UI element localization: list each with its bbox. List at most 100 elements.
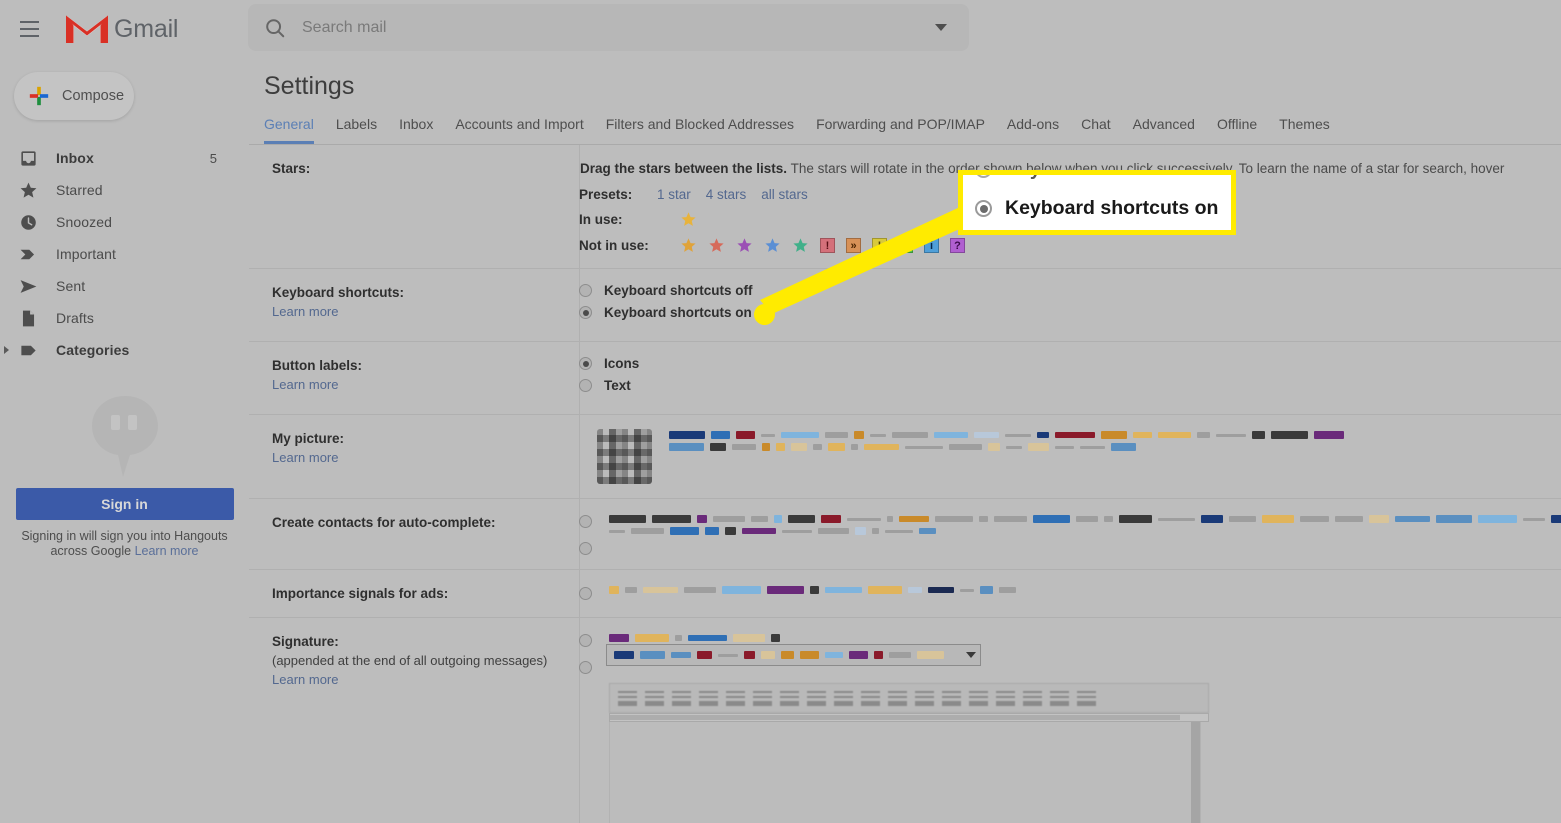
sidebar-item-sent[interactable]: Sent (0, 270, 249, 302)
redacted-block (949, 444, 982, 450)
chevron-down-icon[interactable] (935, 24, 947, 31)
preset-1-star[interactable]: 1 star (657, 187, 691, 202)
redacted-block (1271, 431, 1308, 439)
quote-icon[interactable] (942, 690, 961, 706)
italic-underline-icon[interactable] (699, 690, 718, 706)
preset-all-stars[interactable]: all stars (761, 187, 808, 202)
hangouts-learn-more-link[interactable]: Learn more (135, 544, 199, 558)
radio-button-labels-text[interactable]: Text (579, 378, 1561, 393)
align-left-icon[interactable] (807, 690, 826, 706)
stars-not-in-use-label: Not in use: (579, 238, 649, 253)
bold-icon[interactable] (672, 690, 691, 706)
redacted-block (825, 432, 848, 438)
redacted-block (1033, 515, 1070, 523)
hangouts-sign-in-button[interactable]: Sign in (15, 488, 234, 520)
tab-add-ons[interactable]: Add-ons (1007, 116, 1059, 141)
signature-editor-toolbar[interactable] (609, 683, 1209, 713)
link-icon[interactable] (996, 690, 1015, 706)
tab-filters-and-blocked-addresses[interactable]: Filters and Blocked Addresses (606, 116, 794, 141)
star-badge-icon[interactable]: i (924, 238, 939, 253)
redacted-block (847, 517, 881, 521)
radio-icon[interactable] (579, 284, 592, 297)
sidebar-item-starred[interactable]: Starred (0, 174, 249, 206)
sidebar-item-categories[interactable]: Categories (0, 334, 249, 366)
star-icon[interactable] (680, 237, 697, 254)
gmail-logo[interactable]: Gmail (64, 12, 178, 46)
signature-toolbar-scrollbar[interactable] (609, 713, 1209, 722)
setting-row-signature: Signature: (appended at the end of all o… (249, 618, 1561, 823)
star-badge-icon[interactable]: ? (950, 238, 965, 253)
tab-offline[interactable]: Offline (1217, 116, 1257, 141)
numbered-list-icon[interactable] (834, 690, 853, 706)
star-icon[interactable] (708, 237, 725, 254)
font-family-icon[interactable] (618, 690, 637, 706)
my-picture-learn-more-link[interactable]: Learn more (272, 448, 338, 467)
radio-icon[interactable] (579, 542, 592, 555)
signature-name-input[interactable] (606, 644, 981, 666)
button-labels-learn-more-link[interactable]: Learn more (272, 375, 338, 394)
keyboard-shortcuts-learn-more-link[interactable]: Learn more (272, 302, 338, 321)
bulleted-list-icon[interactable] (861, 690, 880, 706)
signature-editor-body[interactable] (609, 722, 1201, 823)
signature-learn-more-link[interactable]: Learn more (272, 670, 338, 689)
star-badge-icon[interactable]: ✓ (898, 238, 913, 253)
redacted-block (788, 515, 815, 523)
tab-advanced[interactable]: Advanced (1133, 116, 1195, 141)
star-icon-yellow[interactable] (680, 211, 697, 228)
avatar[interactable] (597, 429, 652, 484)
radio-icon[interactable] (579, 634, 592, 647)
redacted-block (736, 431, 755, 439)
more-icon[interactable] (1050, 690, 1069, 706)
radio-keyboard-shortcuts-on[interactable]: Keyboard shortcuts on (579, 305, 1561, 320)
star-icon[interactable] (736, 237, 753, 254)
redacted-block (744, 651, 755, 659)
redacted-block (675, 635, 682, 641)
compose-button[interactable]: Compose (14, 72, 134, 120)
tab-chat[interactable]: Chat (1081, 116, 1111, 141)
image-icon[interactable] (1023, 690, 1042, 706)
radio-icon[interactable] (579, 661, 592, 674)
radio-icon[interactable] (579, 379, 592, 392)
chevron-down-icon[interactable] (966, 652, 976, 658)
tab-general[interactable]: General (264, 116, 314, 144)
sidebar-item-inbox[interactable]: Inbox 5 (0, 142, 249, 174)
scrollbar-thumb[interactable] (610, 715, 1180, 720)
star-badge-icon[interactable]: » (846, 238, 861, 253)
radio-button-labels-icons[interactable]: Icons (579, 356, 1561, 371)
search-input[interactable] (300, 17, 935, 38)
star-icon[interactable] (792, 237, 809, 254)
importance-signals-label: Importance signals for ads: (272, 586, 449, 601)
search-bar[interactable] (248, 4, 969, 51)
sidebar-item-snoozed[interactable]: Snoozed (0, 206, 249, 238)
tab-forwarding-and-pop-imap[interactable]: Forwarding and POP/IMAP (816, 116, 985, 141)
tab-inbox[interactable]: Inbox (399, 116, 433, 141)
radio-keyboard-shortcuts-off[interactable]: Keyboard shortcuts off (579, 283, 1561, 298)
text-color-icon[interactable] (726, 690, 745, 706)
background-color-icon[interactable] (753, 690, 772, 706)
chevron-right-icon[interactable] (4, 346, 9, 354)
sidebar-item-drafts[interactable]: Drafts (0, 302, 249, 334)
hamburger-menu-icon[interactable] (7, 7, 51, 51)
signature-editor-scrollbar[interactable] (1191, 722, 1200, 823)
radio-icon[interactable] (579, 357, 592, 370)
star-badge-icon[interactable]: ! (820, 238, 835, 253)
indent-more-icon[interactable] (915, 690, 934, 706)
strikethrough-icon[interactable] (1077, 690, 1096, 706)
star-icon[interactable] (764, 237, 781, 254)
align-icon[interactable] (780, 690, 799, 706)
radio-label: Icons (604, 356, 640, 371)
indent-less-icon[interactable] (888, 690, 907, 706)
tab-themes[interactable]: Themes (1279, 116, 1330, 141)
preset-4-stars[interactable]: 4 stars (706, 187, 747, 202)
tab-accounts-and-import[interactable]: Accounts and Import (455, 116, 583, 141)
remove-formatting-icon[interactable] (969, 690, 988, 706)
radio-icon[interactable] (579, 515, 592, 528)
sidebar-item-important[interactable]: Important (0, 238, 249, 270)
radio-icon[interactable] (579, 587, 592, 600)
radio-icon[interactable] (579, 306, 592, 319)
star-badge-icon[interactable]: ! (872, 238, 887, 253)
radio-label: Text (604, 378, 631, 393)
font-size-icon[interactable] (645, 690, 664, 706)
redacted-block (917, 651, 944, 659)
tab-labels[interactable]: Labels (336, 116, 377, 141)
